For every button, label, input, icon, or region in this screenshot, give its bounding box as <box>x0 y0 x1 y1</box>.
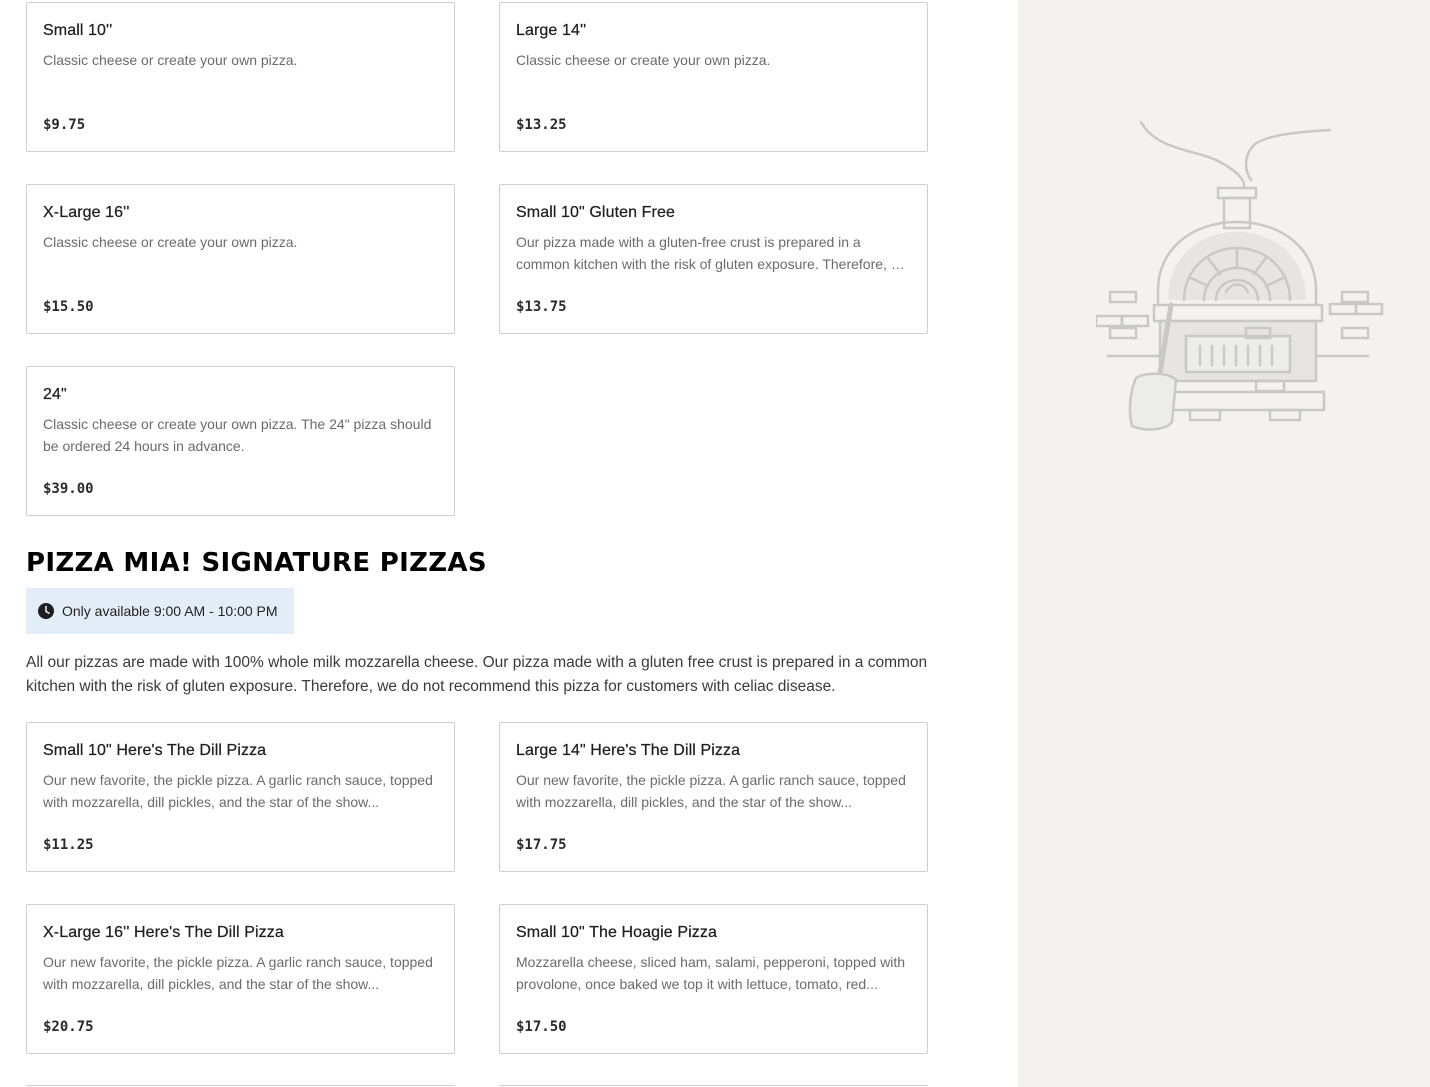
menu-item-card[interactable]: X-Large 16'' Classic cheese or create yo… <box>26 184 455 334</box>
menu-item-card[interactable]: X-Large 16'' Here's The Dill Pizza Our n… <box>26 904 455 1054</box>
menu-item-name: Small 10" Gluten Free <box>516 204 675 221</box>
menu-item-card[interactable]: Small 10" The Hoagie Pizza Mozzarella ch… <box>499 904 928 1054</box>
sidebar-panel <box>1018 0 1430 1087</box>
availability-badge: Only available 9:00 AM - 10:00 PM <box>26 588 294 634</box>
menu-item-card[interactable]: Small 10" Here's The Dill Pizza Our new … <box>26 722 455 872</box>
menu-item-price: $17.50 <box>516 1019 567 1035</box>
menu-item-description: Our new favorite, the pickle pizza. A ga… <box>43 772 433 810</box>
menu-item-name: X-Large 16'' <box>43 204 130 221</box>
menu-item-price: $9.75 <box>43 117 86 133</box>
menu-item-name: Large 14" Here's The Dill Pizza <box>516 742 741 759</box>
menu-item-name: Large 14'' <box>516 22 587 39</box>
menu-item-description: Classic cheese or create your own pizza. <box>516 52 771 68</box>
menu-item-name: X-Large 16'' Here's The Dill Pizza <box>43 924 284 941</box>
menu-item-price: $39.00 <box>43 481 94 497</box>
menu-item-card[interactable]: Large 14" Here's The Dill Pizza Our new … <box>499 722 928 872</box>
menu-item-price: $17.75 <box>516 837 567 853</box>
menu-item-description: Classic cheese or create your own pizza. <box>43 234 298 250</box>
menu-item-card[interactable]: Large 14'' Classic cheese or create your… <box>499 2 928 152</box>
section-description: All our pizzas are made with 100% whole … <box>26 654 928 695</box>
pizza-oven-illustration <box>1096 120 1384 431</box>
menu-item-name: Small 10" Here's The Dill Pizza <box>43 742 267 759</box>
menu-item-price: $11.25 <box>43 837 94 853</box>
menu-item-price: $13.75 <box>516 299 567 315</box>
menu-item-card[interactable]: Small 10'' Classic cheese or create your… <box>26 2 455 152</box>
menu-item-price: $15.50 <box>43 299 94 315</box>
menu-item-price: $13.25 <box>516 117 567 133</box>
menu-item-description: Classic cheese or create your own pizza. <box>43 52 298 68</box>
menu-item-price: $20.75 <box>43 1019 94 1035</box>
section-title: PIZZA MIA! SIGNATURE PIZZAS <box>26 548 487 578</box>
menu-item-description: Classic cheese or create your own pizza.… <box>43 416 432 454</box>
menu-main-column: Small 10'' Classic cheese or create your… <box>0 0 1018 1087</box>
clock-icon <box>38 603 54 619</box>
menu-item-name: Small 10" The Hoagie Pizza <box>516 924 717 941</box>
menu-item-name: Small 10'' <box>43 22 113 39</box>
availability-text: Only available 9:00 AM - 10:00 PM <box>62 603 278 619</box>
menu-item-card[interactable]: 24" Classic cheese or create your own pi… <box>26 366 455 516</box>
menu-item-description: Our pizza made with a gluten-free crust … <box>516 234 909 272</box>
menu-item-name: 24" <box>43 386 67 403</box>
menu-item-description: Our new favorite, the pickle pizza. A ga… <box>516 772 906 810</box>
menu-item-description: Our new favorite, the pickle pizza. A ga… <box>43 954 433 992</box>
menu-item-description: Mozzarella cheese, sliced ham, salami, p… <box>516 954 906 992</box>
menu-item-card[interactable]: Small 10" Gluten Free Our pizza made wit… <box>499 184 928 334</box>
